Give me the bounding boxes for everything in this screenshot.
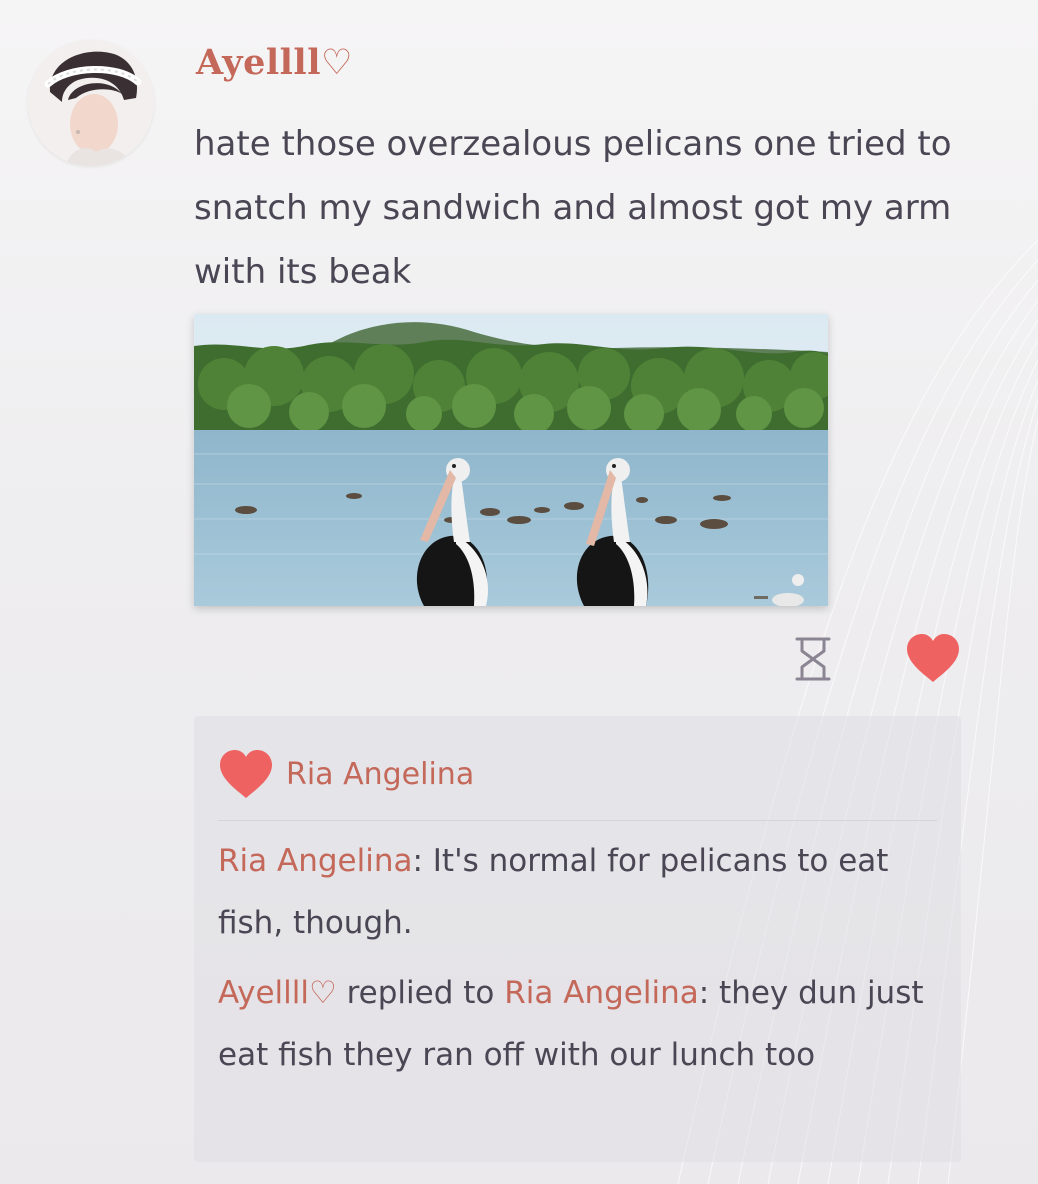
- comments-list: Ria Angelina: It's normal for pelicans t…: [218, 830, 938, 1086]
- comment-item[interactable]: Ayellll♡ replied to Ria Angelina: they d…: [218, 962, 938, 1086]
- heart-icon: [220, 750, 272, 798]
- avatar-portrait-icon: [28, 40, 154, 166]
- post-author[interactable]: Ayellll♡: [196, 42, 353, 83]
- liker-name[interactable]: Ria Angelina: [286, 757, 474, 792]
- comment-author[interactable]: Ayellll♡: [218, 975, 337, 1011]
- comment-author[interactable]: Ria Angelina: [218, 843, 412, 879]
- post-text: hate those overzealous pelicans one trie…: [194, 124, 952, 292]
- divider: [218, 820, 937, 821]
- reply-target[interactable]: Ria Angelina: [504, 975, 698, 1011]
- comment-card: Ria Angelina Ria Angelina: It's normal f…: [194, 716, 961, 1162]
- avatar[interactable]: [28, 40, 154, 166]
- likes-row: Ria Angelina: [218, 746, 474, 802]
- hourglass-icon[interactable]: [793, 635, 833, 683]
- heart-icon[interactable]: [905, 632, 961, 684]
- post-photo[interactable]: [194, 314, 828, 606]
- photo-pelicans-lake: [194, 314, 828, 606]
- comment-separator: :: [698, 975, 710, 1011]
- comment-item[interactable]: Ria Angelina: It's normal for pelicans t…: [218, 830, 938, 954]
- comment-separator: :: [412, 843, 423, 879]
- replied-to-label: replied to: [336, 975, 505, 1011]
